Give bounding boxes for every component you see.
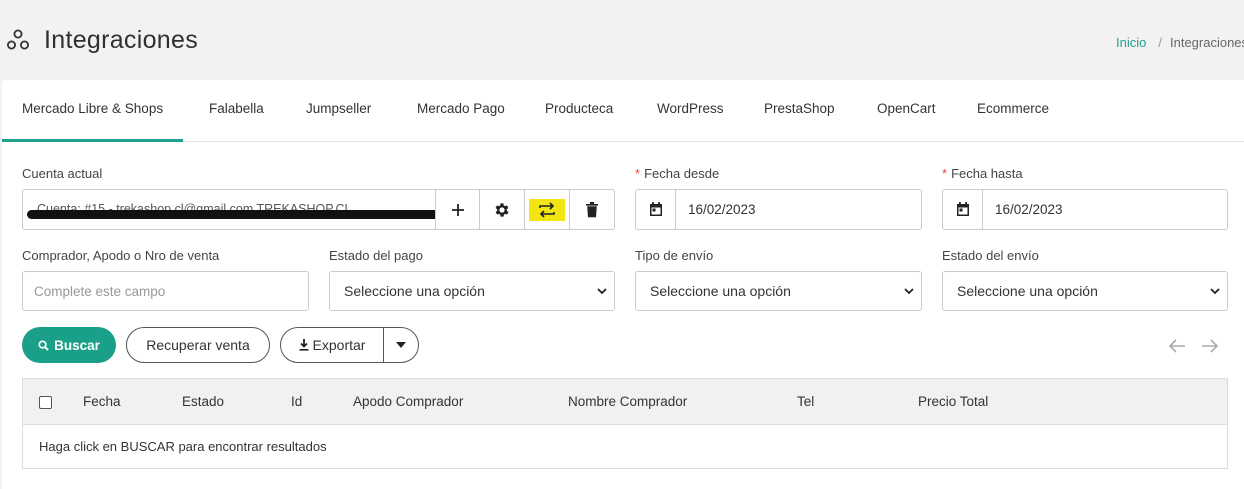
export-dropdown-toggle[interactable] — [384, 328, 418, 362]
date-from-value: 16/02/2023 — [688, 202, 756, 217]
shipping-type-select[interactable]: Seleccione una opción — [635, 271, 922, 311]
date-from-field[interactable]: 16/02/2023 — [635, 189, 922, 230]
chevron-down-icon — [597, 288, 607, 295]
shipping-status-select[interactable]: Seleccione una opción — [942, 271, 1228, 311]
tab-ecommerce[interactable]: Ecommerce — [957, 80, 1069, 142]
buyer-label: Comprador, Apodo o Nro de venta — [22, 248, 220, 263]
recover-sale-label: Recuperar venta — [146, 337, 250, 353]
caret-down-icon — [396, 342, 406, 348]
tab-producteca[interactable]: Producteca — [525, 80, 633, 142]
date-to-field[interactable]: 16/02/2023 — [942, 189, 1228, 230]
sync-highlight — [529, 198, 566, 221]
export-button[interactable]: Exportar — [281, 328, 384, 362]
integration-tabs: Mercado Libre & Shops Falabella Jumpsell… — [2, 80, 1244, 142]
sales-table: Fecha Estado Id Apodo Comprador Nombre C… — [22, 378, 1228, 469]
tab-jumpseller[interactable]: Jumpseller — [286, 80, 391, 142]
tab-mercado-libre[interactable]: Mercado Libre & Shops — [2, 80, 184, 142]
date-from-label: * Fecha desde — [635, 166, 719, 181]
payment-status-select[interactable]: Seleccione una opción — [329, 271, 615, 311]
shipping-type-label: Tipo de envío — [635, 248, 714, 263]
chevron-down-icon — [904, 288, 914, 295]
date-to-value: 16/02/2023 — [995, 202, 1063, 217]
account-label: Cuenta actual — [22, 166, 103, 181]
tab-falabella[interactable]: Falabella — [189, 80, 284, 142]
date-to-label: * Fecha hasta — [942, 166, 1023, 181]
search-icon — [38, 339, 49, 351]
account-settings-button[interactable] — [479, 190, 524, 229]
buyer-search-input[interactable] — [22, 271, 309, 311]
arrow-left-icon[interactable] — [1168, 338, 1186, 354]
trash-icon — [586, 202, 599, 218]
search-button-label: Buscar — [54, 337, 100, 353]
gear-icon — [495, 202, 509, 217]
tab-mercado-pago[interactable]: Mercado Pago — [397, 80, 525, 142]
required-mark: * — [942, 166, 948, 181]
sync-icon — [539, 201, 556, 218]
export-button-group: Exportar — [280, 327, 419, 363]
download-icon — [299, 339, 309, 351]
date-to-calendar[interactable] — [943, 190, 983, 229]
add-icon — [451, 203, 464, 216]
select-all-checkbox[interactable] — [39, 396, 52, 409]
breadcrumb-separator: / — [1158, 35, 1162, 50]
table-header: Fecha Estado Id Apodo Comprador Nombre C… — [23, 379, 1227, 425]
calendar-icon — [649, 202, 662, 216]
column-header[interactable]: Id — [291, 394, 302, 409]
chevron-down-icon — [1210, 288, 1220, 295]
tab-opencart[interactable]: OpenCart — [857, 80, 956, 142]
redaction-mark — [27, 210, 435, 219]
tab-wordpress[interactable]: WordPress — [637, 80, 744, 142]
required-mark: * — [635, 166, 641, 181]
breadcrumb-current: Integraciones — [1169, 35, 1244, 50]
recover-sale-button[interactable]: Recuperar venta — [126, 327, 270, 363]
column-header[interactable]: Apodo Comprador — [353, 394, 463, 409]
add-account-button[interactable] — [434, 190, 480, 229]
shipping-status-value: Seleccione una opción — [957, 283, 1098, 299]
column-header[interactable]: Tel — [797, 394, 814, 409]
page-header: Integraciones Inicio / Integraciones — [0, 0, 1244, 80]
column-header[interactable]: Nombre Comprador — [568, 394, 687, 409]
payment-status-label: Estado del pago — [329, 248, 423, 263]
column-header[interactable]: Fecha — [83, 394, 121, 409]
arrow-right-icon[interactable] — [1201, 338, 1219, 354]
payment-status-value: Seleccione una opción — [344, 283, 485, 299]
date-to-label-text: Fecha hasta — [951, 166, 1023, 181]
integrations-icon — [7, 29, 29, 50]
date-from-label-text: Fecha desde — [644, 166, 720, 181]
column-header[interactable]: Precio Total — [918, 394, 988, 409]
page-title: Integraciones — [44, 26, 198, 54]
account-input-group: Cuenta: #15 - trekashop.cl@gmail.com TRE… — [22, 189, 615, 230]
export-label: Exportar — [312, 337, 366, 353]
integrations-card: Mercado Libre & Shops Falabella Jumpsell… — [2, 80, 1244, 489]
delete-account-button[interactable] — [569, 190, 614, 229]
breadcrumb: Inicio / Integraciones — [1116, 35, 1244, 50]
tab-prestashop[interactable]: PrestaShop — [744, 80, 855, 142]
sync-account-button[interactable] — [524, 190, 569, 229]
breadcrumb-home-link[interactable]: Inicio — [1116, 35, 1146, 50]
empty-results-message: Haga click en BUSCAR para encontrar resu… — [39, 439, 327, 454]
shipping-type-value: Seleccione una opción — [650, 283, 791, 299]
calendar-icon — [956, 202, 969, 216]
account-select[interactable]: Cuenta: #15 - trekashop.cl@gmail.com TRE… — [23, 190, 435, 229]
search-button[interactable]: Buscar — [22, 327, 116, 363]
column-header[interactable]: Estado — [182, 394, 224, 409]
shipping-status-label: Estado del envío — [942, 248, 1039, 263]
date-from-calendar[interactable] — [636, 190, 676, 229]
